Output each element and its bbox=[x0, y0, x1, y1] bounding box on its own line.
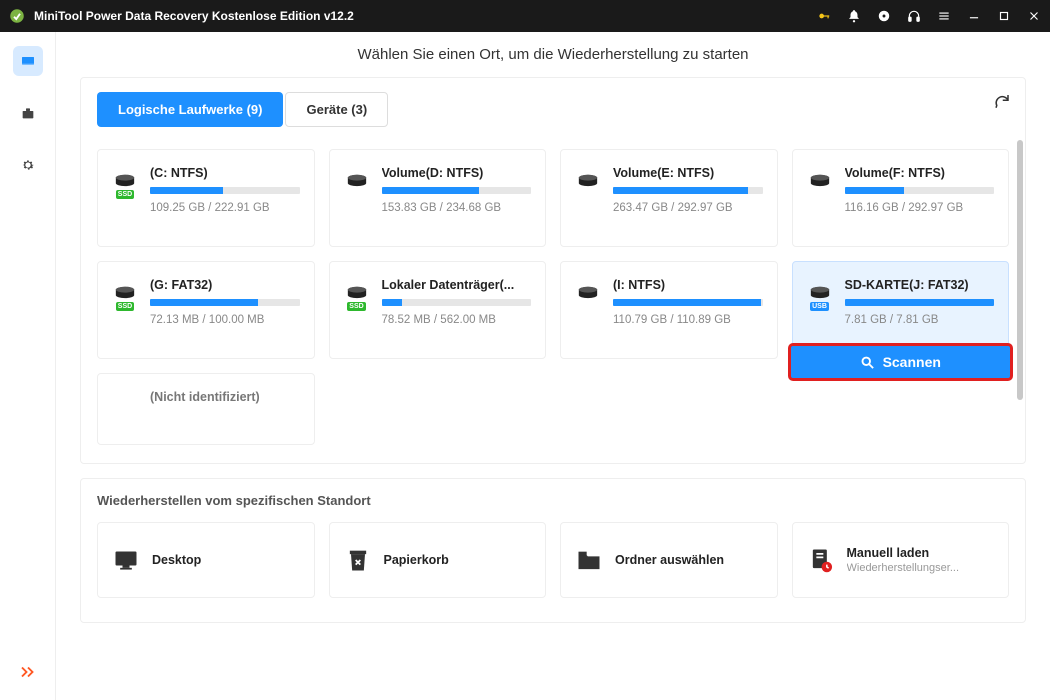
drive-icon bbox=[807, 174, 833, 232]
drive-card[interactable]: Volume(D: NTFS) 153.83 GB / 234.68 GB bbox=[329, 149, 547, 247]
drive-name: SD-KARTE(J: FAT32) bbox=[845, 278, 995, 292]
drive-usage-bar bbox=[150, 187, 300, 194]
drive-name: Volume(E: NTFS) bbox=[613, 166, 763, 180]
drive-card[interactable]: SSD (C: NTFS) 109.25 GB / 222.91 GB bbox=[97, 149, 315, 247]
drive-usage-bar bbox=[382, 187, 532, 194]
drive-size: 7.81 GB / 7.81 GB bbox=[845, 314, 995, 326]
location-name: Desktop bbox=[152, 553, 300, 567]
maximize-icon[interactable] bbox=[996, 8, 1012, 24]
location-icon bbox=[112, 548, 140, 572]
scan-button[interactable]: Scannen bbox=[788, 343, 1014, 381]
drive-name: (Nicht identifiziert) bbox=[150, 390, 300, 404]
drive-icon: USB bbox=[807, 286, 833, 344]
drive-name: (C: NTFS) bbox=[150, 166, 300, 180]
location-icon bbox=[807, 548, 835, 572]
location-name: Manuell laden bbox=[847, 546, 995, 560]
drive-icon: SSD bbox=[344, 286, 370, 344]
page-heading: Wählen Sie einen Ort, um die Wiederherst… bbox=[80, 46, 1026, 63]
main-content: Wählen Sie einen Ort, um die Wiederherst… bbox=[56, 32, 1050, 700]
drive-icon bbox=[575, 286, 601, 344]
drive-size: 116.16 GB / 292.97 GB bbox=[845, 202, 995, 214]
minimize-icon[interactable] bbox=[966, 8, 982, 24]
location-card[interactable]: Manuell laden Wiederherstellungser... bbox=[792, 522, 1010, 598]
key-icon[interactable] bbox=[816, 8, 832, 24]
drive-card[interactable]: Volume(F: NTFS) 116.16 GB / 292.97 GB bbox=[792, 149, 1010, 247]
titlebar: MiniTool Power Data Recovery Kostenlose … bbox=[0, 0, 1050, 32]
drive-icon bbox=[344, 174, 370, 232]
drive-usage-bar bbox=[845, 299, 995, 306]
drive-card[interactable]: (I: NTFS) 110.79 GB / 110.89 GB bbox=[560, 261, 778, 359]
bell-icon[interactable] bbox=[846, 8, 862, 24]
drive-card[interactable]: Volume(E: NTFS) 263.47 GB / 292.97 GB bbox=[560, 149, 778, 247]
menu-icon[interactable] bbox=[936, 8, 952, 24]
drive-size: 263.47 GB / 292.97 GB bbox=[613, 202, 763, 214]
disc-icon[interactable] bbox=[876, 8, 892, 24]
panel-scrollbar[interactable] bbox=[1017, 140, 1023, 447]
location-subtitle: Wiederherstellungser... bbox=[847, 562, 995, 574]
drive-icon: SSD bbox=[112, 286, 138, 344]
drive-size: 110.79 GB / 110.89 GB bbox=[613, 314, 763, 326]
drive-card[interactable]: SSD Lokaler Datenträger(... 78.52 MB / 562… bbox=[329, 261, 547, 359]
close-icon[interactable] bbox=[1026, 8, 1042, 24]
location-grid: Desktop Papierkorb Ordner auswählen Manuell… bbox=[97, 522, 1009, 598]
refresh-icon[interactable] bbox=[993, 92, 1011, 115]
drive-icon: SSD bbox=[112, 174, 138, 232]
location-name: Papierkorb bbox=[384, 553, 532, 567]
drive-usage-bar bbox=[845, 187, 995, 194]
drive-name: Volume(F: NTFS) bbox=[845, 166, 995, 180]
location-card[interactable]: Ordner auswählen bbox=[560, 522, 778, 598]
sidebar-item-settings[interactable] bbox=[13, 150, 43, 180]
specific-location-panel: Wiederherstellen vom spezifischen Stando… bbox=[80, 478, 1026, 623]
drive-usage-bar bbox=[613, 299, 763, 306]
window-title: MiniTool Power Data Recovery Kostenlose … bbox=[34, 9, 816, 23]
location-name: Ordner auswählen bbox=[615, 553, 763, 567]
drive-size: 153.83 GB / 234.68 GB bbox=[382, 202, 532, 214]
tab-logical-drives[interactable]: Logische Laufwerke (9) bbox=[97, 92, 283, 127]
drive-size: 109.25 GB / 222.91 GB bbox=[150, 202, 300, 214]
drive-size: 78.52 MB / 562.00 MB bbox=[382, 314, 532, 326]
drive-usage-bar bbox=[613, 187, 763, 194]
tab-devices[interactable]: Geräte (3) bbox=[285, 92, 388, 127]
drive-icon bbox=[575, 174, 601, 232]
location-icon bbox=[344, 548, 372, 572]
app-logo-icon bbox=[8, 7, 26, 25]
drive-name: Volume(D: NTFS) bbox=[382, 166, 532, 180]
specific-location-title: Wiederherstellen vom spezifischen Stando… bbox=[97, 493, 1009, 508]
location-card[interactable]: Desktop bbox=[97, 522, 315, 598]
drive-usage-bar bbox=[382, 299, 532, 306]
sidebar bbox=[0, 32, 56, 700]
drives-panel: Logische Laufwerke (9) Geräte (3) SSD (C:… bbox=[80, 77, 1026, 464]
drive-name: (G: FAT32) bbox=[150, 278, 300, 292]
drive-card-unidentified[interactable]: (Nicht identifiziert) bbox=[97, 373, 315, 445]
drive-name: Lokaler Datenträger(... bbox=[382, 278, 532, 292]
drive-size: 72.13 MB / 100.00 MB bbox=[150, 314, 300, 326]
drive-card[interactable]: SSD (G: FAT32) 72.13 MB / 100.00 MB bbox=[97, 261, 315, 359]
drive-usage-bar bbox=[150, 299, 300, 306]
location-icon bbox=[575, 548, 603, 572]
sidebar-item-recovery[interactable] bbox=[13, 46, 43, 76]
location-card[interactable]: Papierkorb bbox=[329, 522, 547, 598]
drive-name: (I: NTFS) bbox=[613, 278, 763, 292]
sidebar-item-toolbox[interactable] bbox=[13, 98, 43, 128]
sidebar-expand-icon[interactable] bbox=[19, 665, 37, 684]
drive-grid: SSD (C: NTFS) 109.25 GB / 222.91 GB Volume(… bbox=[97, 149, 1009, 445]
headphones-icon[interactable] bbox=[906, 8, 922, 24]
